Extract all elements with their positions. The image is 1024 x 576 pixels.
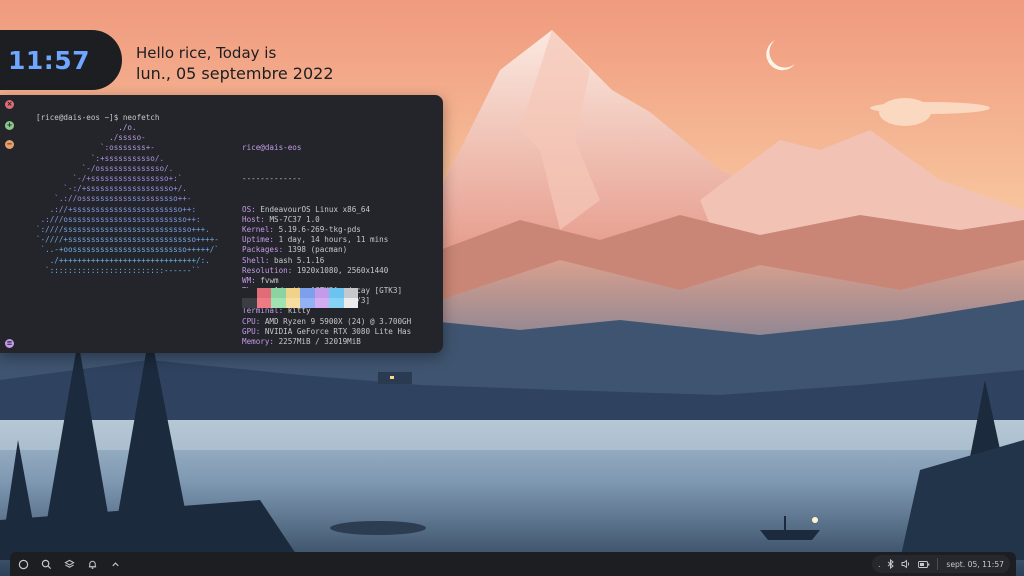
info-key: Resolution: <box>242 265 297 275</box>
clock-widget: 11:57 <box>0 30 122 90</box>
user-host: rice@dais-eos <box>242 143 302 153</box>
color-swatch <box>314 288 329 298</box>
bell-icon <box>88 560 96 569</box>
maximize-button[interactable]: + <box>5 121 14 130</box>
chevron-up-icon <box>111 561 119 566</box>
dot-icon[interactable]: . <box>878 560 881 569</box>
greeting-widget: Hello rice, Today is lun., 05 septembre … <box>136 44 334 85</box>
notifications-button[interactable] <box>83 555 101 573</box>
battery-icon[interactable] <box>917 560 930 569</box>
info-value: EndeavourOS Linux x86_64 <box>260 204 371 214</box>
clock-datetime[interactable]: sept. 05, 11:57 <box>946 560 1004 569</box>
close-icon: × <box>6 100 13 108</box>
menu-icon: ≡ <box>6 339 13 347</box>
info-key: Memory: <box>242 337 279 347</box>
layers-icon <box>63 559 75 568</box>
info-row: Packages: 1398 (pacman) <box>242 245 411 255</box>
info-key: Host: <box>242 214 270 224</box>
info-separator: ------------- <box>242 174 302 183</box>
info-row: OS: EndeavourOS Linux x86_64 <box>242 205 411 215</box>
color-swatch <box>242 298 257 308</box>
window-menu-button[interactable]: ≡ <box>5 339 14 348</box>
clock-time: 11:57 <box>8 45 91 75</box>
terminal-window[interactable]: × + − ≡ [rice@dais-eos ~]$ neofetch ./o.… <box>0 95 443 353</box>
info-value: MS-7C37 1.0 <box>269 214 320 224</box>
expand-button[interactable] <box>106 555 124 573</box>
system-tray: . sept. 05, 11:57 <box>872 555 1010 573</box>
color-swatch <box>256 298 271 308</box>
info-value: 1398 (pacman) <box>287 245 348 255</box>
info-row: Memory: 2257MiB / 32019MiB <box>242 337 411 347</box>
color-swatch <box>343 288 358 298</box>
info-row: GPU: NVIDIA GeForce RTX 3080 Lite Has <box>242 327 411 337</box>
info-value: 5.19.6-269-tkg-pds <box>278 224 361 234</box>
greeting-line: Hello rice, Today is <box>136 44 277 62</box>
bluetooth-icon[interactable] <box>887 559 895 569</box>
info-value: 1920x1080, 2560x1440 <box>296 265 389 275</box>
date-line: lun., 05 septembre 2022 <box>136 64 334 83</box>
color-palette <box>242 288 358 308</box>
color-swatch <box>271 288 286 298</box>
info-value: bash 5.1.16 <box>274 255 325 265</box>
system-info: rice@dais-eos ------------- OS: Endeavou… <box>242 123 411 368</box>
color-swatch <box>329 298 344 308</box>
info-key: Shell: <box>242 255 275 265</box>
color-swatch <box>300 298 315 308</box>
info-row: Uptime: 1 day, 14 hours, 11 mins <box>242 235 411 245</box>
info-key: WM: <box>242 275 261 285</box>
color-swatch <box>285 298 300 308</box>
info-value: 1 day, 14 hours, 11 mins <box>278 235 389 245</box>
info-value: fvwm <box>260 275 279 285</box>
info-value: 2257MiB / 32019MiB <box>278 337 361 347</box>
close-button[interactable]: × <box>5 100 14 109</box>
color-swatch <box>242 288 257 298</box>
launcher-button[interactable] <box>14 555 32 573</box>
minimize-button[interactable]: − <box>5 140 14 149</box>
info-value: AMD Ryzen 9 5900X (24) @ 3.700GH <box>264 316 412 326</box>
info-key: GPU: <box>242 326 265 336</box>
color-swatch <box>256 288 271 298</box>
info-key: OS: <box>242 204 261 214</box>
info-row: Host: MS-7C37 1.0 <box>242 215 411 225</box>
terminal-output[interactable]: [rice@dais-eos ~]$ neofetch ./o. ./sssso… <box>36 113 437 347</box>
maximize-icon: + <box>6 121 13 129</box>
search-button[interactable] <box>37 555 55 573</box>
color-swatch <box>329 288 344 298</box>
taskbar-left <box>14 555 124 573</box>
info-row: CPU: AMD Ryzen 9 5900X (24) @ 3.700GH <box>242 317 411 327</box>
info-key: Packages: <box>242 245 288 255</box>
minimize-icon: − <box>6 140 13 148</box>
info-key: CPU: <box>242 316 265 326</box>
info-row: WM: fvwm <box>242 276 411 286</box>
info-row: Kernel: 5.19.6-269-tkg-pds <box>242 225 411 235</box>
color-swatch <box>343 298 358 308</box>
search-icon <box>41 559 51 569</box>
color-swatch <box>285 288 300 298</box>
workspaces-button[interactable] <box>60 555 78 573</box>
distro-ascii-logo: ./o. ./sssso- `:osssssss+- `:+ssssssssss… <box>36 123 219 275</box>
color-swatch <box>300 288 315 298</box>
info-key: Kernel: <box>242 224 279 234</box>
launcher-icon <box>18 559 28 569</box>
color-swatch <box>314 298 329 308</box>
color-swatch <box>271 298 286 308</box>
info-value: NVIDIA GeForce RTX 3080 Lite Has <box>264 326 412 336</box>
shell-prompt: [rice@dais-eos ~]$ neofetch <box>36 113 160 122</box>
info-row: Resolution: 1920x1080, 2560x1440 <box>242 266 411 276</box>
taskbar: . sept. 05, 11:57 <box>10 552 1016 576</box>
info-key: Uptime: <box>242 235 279 245</box>
info-row: Shell: bash 5.1.16 <box>242 256 411 266</box>
volume-icon[interactable] <box>901 559 912 569</box>
